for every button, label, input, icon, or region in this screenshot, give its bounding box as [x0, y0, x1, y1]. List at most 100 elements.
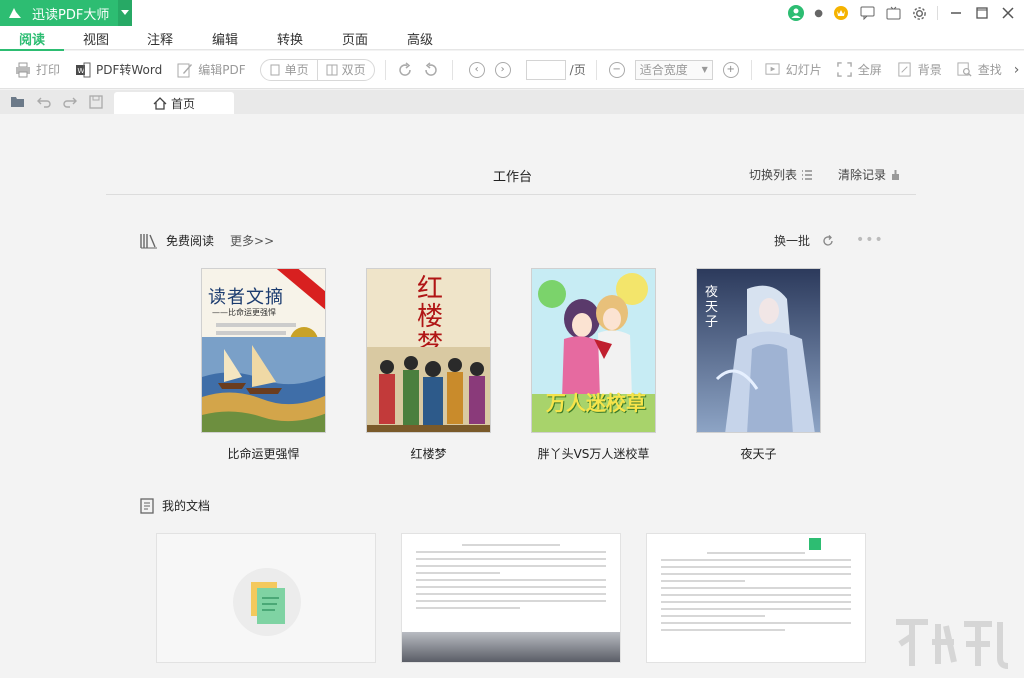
slideshow-button[interactable]: 幻灯片 — [764, 58, 822, 82]
classical-figures-icon — [367, 347, 490, 432]
book-title[interactable]: 比命运更强悍 — [201, 445, 326, 462]
app-name: 迅读PDF大师 — [32, 7, 110, 23]
fullscreen-button[interactable]: 全屏 — [836, 58, 882, 82]
feedback-icon[interactable] — [859, 5, 875, 21]
find-button[interactable]: 查找 — [956, 58, 1002, 82]
word-icon: W — [74, 61, 92, 79]
document-icon — [140, 497, 154, 514]
refresh-batch-label: 换一批 — [774, 234, 811, 248]
single-page-button[interactable]: 单页 — [261, 60, 317, 80]
edit-icon — [176, 61, 194, 79]
background-button[interactable]: 背景 — [896, 58, 942, 82]
workspace-content: 工作台 切换列表 清除记录 免费阅读 更多>> 换一批 ••• 读者文摘 ——比… — [0, 114, 1024, 678]
next-page-icon[interactable]: › — [494, 61, 511, 78]
tab-annotate[interactable]: 注释 — [128, 26, 192, 50]
book-cover[interactable]: 读者文摘 ——比命运更强悍 — [201, 268, 326, 433]
app-logo-icon — [4, 0, 26, 26]
toolbar-divider — [451, 59, 453, 80]
user-avatar-icon[interactable] — [788, 5, 805, 21]
page-number-input[interactable] — [525, 59, 566, 80]
edit-pdf-label: 编辑PDF — [198, 63, 246, 77]
recent-document-thumbnail[interactable] — [646, 533, 866, 663]
double-page-icon — [326, 64, 338, 75]
pdf-to-word-button[interactable]: W PDF转Word — [74, 58, 162, 82]
open-folder-icon[interactable] — [9, 93, 27, 111]
refresh-batch-button[interactable]: 换一批 — [774, 232, 834, 249]
book-cover[interactable]: 红楼梦 — [366, 268, 491, 433]
user-dot: ● — [814, 7, 823, 19]
vip-icon[interactable] — [833, 5, 849, 21]
book-title[interactable]: 红楼梦 — [366, 445, 491, 462]
redo-icon[interactable] — [61, 93, 79, 111]
clear-history-button[interactable]: 清除记录 — [838, 166, 900, 183]
print-button[interactable]: 打印 — [14, 58, 60, 82]
broom-icon — [892, 169, 900, 180]
toolbar-overflow-chevron-icon[interactable]: › — [1014, 62, 1020, 78]
more-link[interactable]: 更多>> — [230, 232, 274, 249]
home-tab-label: 首页 — [170, 96, 195, 111]
book-title[interactable]: 胖丫头VS万人迷校草 — [531, 445, 656, 462]
switch-list-button[interactable]: 切换列表 — [749, 166, 813, 183]
slideshow-label: 幻灯片 — [785, 63, 822, 77]
zoom-out-icon[interactable]: − — [608, 61, 625, 78]
page-layout-toggle: 单页 双页 — [259, 58, 375, 81]
app-window: 迅读PDF大师 ● 阅读 视图 注释 编辑 转换 页面 高级 打印 W PDF转… — [0, 0, 1024, 678]
search-icon — [956, 61, 974, 79]
workspace-divider — [106, 194, 916, 195]
close-icon[interactable] — [1000, 5, 1016, 21]
undo-icon[interactable] — [35, 93, 53, 111]
background-icon — [896, 61, 914, 79]
slideshow-icon — [764, 61, 782, 79]
tab-view[interactable]: 视图 — [64, 26, 128, 50]
settings-gear-icon[interactable] — [911, 5, 927, 21]
recent-document-thumbnail[interactable] — [401, 533, 621, 663]
list-view-icon — [802, 169, 813, 180]
add-document-card[interactable] — [156, 533, 376, 663]
refresh-icon — [823, 234, 833, 246]
cover-title: 夜天子 — [705, 285, 719, 330]
document-photo — [402, 632, 620, 662]
book-cover[interactable]: 夜天子 — [696, 268, 821, 433]
minimize-icon[interactable] — [948, 5, 964, 21]
clear-history-label: 清除记录 — [838, 168, 887, 182]
bookshelf-icon — [140, 233, 157, 248]
book-card[interactable]: 红楼梦 红楼梦 — [366, 268, 491, 462]
single-page-icon — [270, 64, 280, 75]
book-title[interactable]: 夜天子 — [696, 445, 821, 462]
app-badge-icon — [809, 538, 821, 550]
zoom-select[interactable]: 适合宽度 ▼ — [634, 59, 713, 80]
edit-pdf-button[interactable]: 编辑PDF — [176, 58, 246, 82]
zoom-dropdown-icon: ▼ — [701, 65, 708, 74]
page-suffix: /页 — [569, 63, 586, 77]
my-docs-heading: 我的文档 — [162, 499, 211, 513]
save-icon[interactable] — [87, 93, 105, 111]
tab-page[interactable]: 页面 — [323, 26, 387, 50]
book-card[interactable]: 夜天子 夜天子 — [696, 268, 821, 462]
double-page-button[interactable]: 双页 — [316, 59, 374, 80]
tab-advanced[interactable]: 高级 — [388, 26, 452, 50]
zoom-value: 适合宽度 — [639, 63, 688, 77]
book-card[interactable]: 读者文摘 ——比命运更强悍 比命运更强悍 — [201, 268, 326, 462]
tab-edit[interactable]: 编辑 — [193, 26, 257, 50]
tab-read[interactable]: 阅读 — [0, 26, 64, 51]
book-card[interactable]: 万人迷校草 胖丫头VS万人迷校草 — [531, 268, 656, 462]
my-docs-header: 我的文档 — [140, 497, 210, 514]
book-cover[interactable]: 万人迷校草 — [531, 268, 656, 433]
home-tab[interactable]: 首页 — [114, 92, 234, 114]
print-label: 打印 — [36, 63, 61, 77]
previous-page-icon[interactable]: ‹ — [468, 61, 485, 78]
more-options-icon[interactable]: ••• — [856, 232, 884, 248]
title-divider — [937, 6, 938, 20]
free-reading-header: 免费阅读 更多>> — [140, 232, 274, 249]
skin-icon[interactable] — [885, 5, 901, 21]
svg-text:W: W — [78, 67, 85, 75]
tab-convert[interactable]: 转换 — [258, 26, 322, 50]
app-logo-menu[interactable]: 迅读PDF大师 — [0, 0, 132, 26]
rotate-clockwise-icon[interactable] — [396, 61, 414, 79]
rotate-counterclockwise-icon[interactable] — [422, 61, 440, 79]
app-menu-dropdown-icon[interactable] — [118, 0, 132, 26]
maximize-icon[interactable] — [974, 5, 990, 21]
zoom-in-icon[interactable]: + — [722, 61, 739, 78]
fullscreen-icon — [836, 61, 854, 79]
switch-list-label: 切换列表 — [749, 168, 798, 182]
